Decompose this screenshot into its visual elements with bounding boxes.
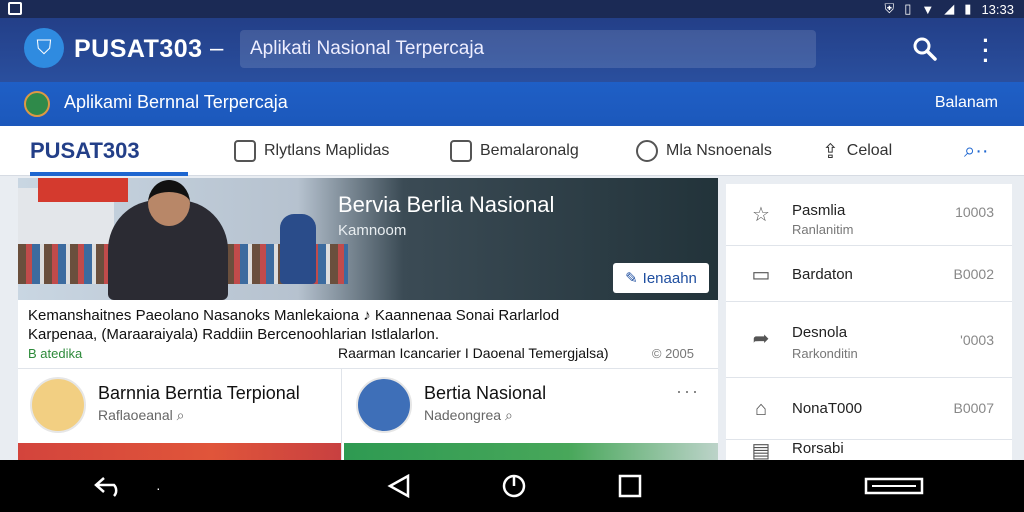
- side-item-value: '0003: [960, 332, 994, 348]
- sim-icon: ▯: [904, 1, 912, 16]
- side-item-title: Bardaton: [792, 266, 853, 283]
- app-bar: ⛉ PUSAT303 – Aplikati Nasional Terpercaj…: [0, 18, 1024, 82]
- battery-icon: ▮: [964, 1, 972, 16]
- side-item-title: NonaT000: [792, 400, 863, 417]
- side-item-value: 10003: [955, 204, 994, 220]
- search-input[interactable]: Aplikati Nasional Terpercaja: [240, 30, 816, 68]
- hero-banner[interactable]: Bervia Berlia Nasional Kamnoom ✎ Ienaahn: [18, 178, 718, 300]
- keyboard-icon[interactable]: [862, 474, 926, 498]
- tab-label: Rlytlans Maplidas: [264, 142, 390, 159]
- status-time: 13:33: [981, 1, 1014, 17]
- search-icon: ⌕: [504, 407, 513, 423]
- brand-separator: –: [210, 35, 224, 62]
- more-icon[interactable]: ···: [676, 381, 700, 402]
- article-line-2: Karpenaa, (Maraaraiyala) Raddiin Berceno…: [28, 326, 440, 343]
- card-image-strip: [18, 443, 341, 461]
- article-source: Raarman Icancarier I Daoenal Temergjalsa…: [338, 345, 609, 361]
- badge-icon: [636, 140, 658, 162]
- side-item-title: Rorsabi: [792, 440, 844, 457]
- article-summary[interactable]: Kemanshaitnes Paeolano Nasanoks Manlekai…: [28, 306, 708, 361]
- news-feed: Bervia Berlia Nasional Kamnoom ✎ Ienaahn…: [18, 178, 718, 461]
- bookmark-icon: ▭: [751, 264, 771, 286]
- share-arrow-icon: ➦: [752, 328, 770, 350]
- card-row: Barnnia Berntia Terpional Raflaoeanal ⌕ …: [18, 368, 718, 461]
- side-item-subtitle: Rarkonditin: [792, 346, 858, 361]
- chat-icon: [234, 140, 256, 162]
- tab-label: Celoal: [846, 142, 893, 159]
- tab-indicator: [30, 172, 188, 176]
- hero-speaker-head: [148, 180, 190, 226]
- wifi-icon: ▼: [921, 1, 935, 17]
- tab-home[interactable]: PUSAT303: [30, 126, 188, 176]
- signal-icon: ◢: [944, 1, 955, 16]
- article-tag[interactable]: B atedika: [28, 346, 82, 361]
- tab-celoal[interactable]: ⇪ Celoal: [822, 126, 892, 176]
- article-meta-row: B atedika Raarman Icancarier I Daoenal T…: [28, 344, 708, 363]
- news-card[interactable]: Barnnia Berntia Terpional Raflaoeanal ⌕: [18, 369, 342, 461]
- more-vert-icon[interactable]: · · ·: [976, 30, 996, 72]
- doc-icon: ▤: [751, 440, 771, 460]
- side-item-title: Desnola: [792, 324, 848, 341]
- system-nav-bar: ·: [0, 460, 1024, 512]
- message-icon: [450, 140, 472, 162]
- star-icon: ☆: [752, 204, 770, 226]
- card-subtitle: Raflaoeanal ⌕: [98, 407, 185, 423]
- article-line-1: Kemanshaitnes Paeolano Nasanoks Manlekai…: [28, 307, 560, 324]
- news-card[interactable]: Bertia Nasional Nadeongrea ⌕ ···: [344, 369, 718, 461]
- side-item[interactable]: ➦ Desnola Rarkonditin '0003: [726, 302, 1012, 378]
- card-title: Bertia Nasional: [424, 383, 547, 403]
- hero-button-label: Ienaahn: [642, 269, 697, 287]
- tab-bemalaronalg[interactable]: Bemalaronalg: [450, 126, 579, 176]
- side-item[interactable]: ▭ Bardaton B0002: [726, 246, 1012, 302]
- side-item-value: B0007: [953, 400, 994, 416]
- card-image-strip: [344, 443, 718, 461]
- card-thumbnail: [30, 377, 86, 433]
- edit-icon: ✎: [625, 270, 638, 287]
- hero-person: [280, 214, 316, 284]
- status-bar: ⛨ ▯ ▼ ◢ ▮ 13:33: [0, 0, 1024, 18]
- sub-header: Aplikami Bernnal Terpercaja Balanam: [0, 82, 1024, 126]
- app-brand: PUSAT303: [74, 35, 203, 63]
- tab-search-icon[interactable]: ⌕··: [964, 126, 989, 176]
- emblem-icon: [24, 91, 50, 117]
- search-icon: ⌕: [176, 407, 185, 423]
- side-item-value: B0002: [953, 266, 994, 282]
- card-subtitle: Nadeongrea ⌕: [424, 407, 513, 423]
- article-count: © 2005: [651, 346, 694, 361]
- tab-rlytlans[interactable]: Rlytlans Maplidas: [234, 126, 389, 176]
- hero-button[interactable]: ✎ Ienaahn: [613, 263, 709, 293]
- back-arrow-icon[interactable]: [92, 474, 128, 498]
- hero-subtitle: Kamnoom: [338, 222, 407, 239]
- card-title: Barnnia Berntia Terpional: [98, 383, 300, 403]
- app-logo-icon[interactable]: ⛉: [24, 28, 64, 68]
- back-icon[interactable]: [386, 474, 412, 498]
- sub-header-link[interactable]: Balanam: [935, 94, 998, 112]
- shield-icon: ⛨: [884, 1, 895, 16]
- tab-label: Mla Nsnoenals: [666, 142, 772, 159]
- side-item-title: Pasmlia: [792, 202, 846, 219]
- hero-title: Bervia Berlia Nasional: [338, 192, 555, 217]
- side-item[interactable]: ▤ Rorsabi: [726, 440, 1012, 460]
- search-icon[interactable]: [912, 36, 938, 62]
- share-icon: ⇪: [822, 140, 839, 163]
- app-notification-icon: [8, 2, 22, 15]
- tab-nsnoenals[interactable]: Mla Nsnoenals: [636, 126, 772, 176]
- sub-header-title: Aplikami Bernnal Terpercaja: [64, 92, 288, 112]
- side-item[interactable]: ⌂ NonaT000 B0007: [726, 378, 1012, 440]
- bank-icon: ⌂: [754, 398, 768, 420]
- recents-icon[interactable]: [618, 474, 642, 498]
- tab-label: PUSAT303: [30, 138, 140, 163]
- hero-sign: [38, 178, 128, 202]
- card-avatar: [356, 377, 412, 433]
- side-list: ☆ Pasmlia Ranlanitim 10003 ▭ Bardaton B0…: [726, 184, 1012, 460]
- tab-label: Bemalaronalg: [480, 142, 579, 159]
- home-icon[interactable]: [501, 474, 527, 498]
- dot-icon: ·: [156, 480, 161, 496]
- side-item-subtitle: Ranlanitim: [792, 222, 854, 237]
- side-item[interactable]: ☆ Pasmlia Ranlanitim 10003: [726, 184, 1012, 246]
- tab-bar: PUSAT303 Rlytlans Maplidas Bemalaronalg …: [0, 126, 1024, 176]
